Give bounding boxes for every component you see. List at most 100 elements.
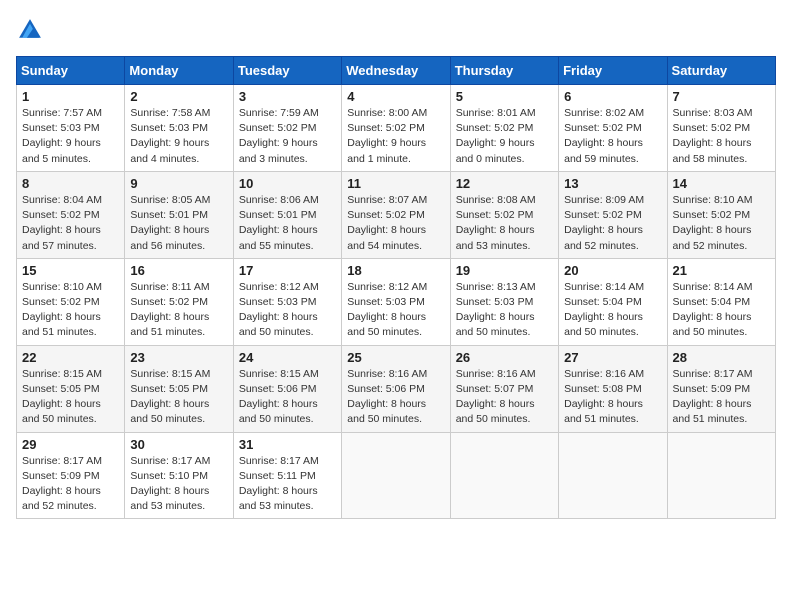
calendar-cell: 6 Sunrise: 8:02 AMSunset: 5:02 PMDaylight…: [559, 85, 667, 172]
day-number: 17: [239, 263, 336, 278]
header: [16, 16, 776, 44]
calendar-cell: [342, 432, 450, 519]
day-number: 6: [564, 89, 661, 104]
calendar-cell: 16 Sunrise: 8:11 AMSunset: 5:02 PMDayligh…: [125, 258, 233, 345]
day-info: Sunrise: 8:02 AMSunset: 5:02 PMDaylight:…: [564, 106, 661, 167]
calendar-cell: 9 Sunrise: 8:05 AMSunset: 5:01 PMDaylight…: [125, 171, 233, 258]
calendar-cell: 30 Sunrise: 8:17 AMSunset: 5:10 PMDayligh…: [125, 432, 233, 519]
calendar-cell: [450, 432, 558, 519]
day-of-week-header: Monday: [125, 57, 233, 85]
day-number: 13: [564, 176, 661, 191]
calendar-cell: 22 Sunrise: 8:15 AMSunset: 5:05 PMDayligh…: [17, 345, 125, 432]
day-info: Sunrise: 8:15 AMSunset: 5:06 PMDaylight:…: [239, 367, 336, 428]
day-info: Sunrise: 8:17 AMSunset: 5:09 PMDaylight:…: [22, 454, 119, 515]
day-number: 20: [564, 263, 661, 278]
calendar-cell: 20 Sunrise: 8:14 AMSunset: 5:04 PMDayligh…: [559, 258, 667, 345]
day-info: Sunrise: 8:03 AMSunset: 5:02 PMDaylight:…: [673, 106, 770, 167]
day-info: Sunrise: 8:04 AMSunset: 5:02 PMDaylight:…: [22, 193, 119, 254]
day-info: Sunrise: 8:17 AMSunset: 5:10 PMDaylight:…: [130, 454, 227, 515]
day-number: 31: [239, 437, 336, 452]
calendar-cell: 2 Sunrise: 7:58 AMSunset: 5:03 PMDaylight…: [125, 85, 233, 172]
day-info: Sunrise: 8:16 AMSunset: 5:07 PMDaylight:…: [456, 367, 553, 428]
day-number: 22: [22, 350, 119, 365]
day-info: Sunrise: 8:13 AMSunset: 5:03 PMDaylight:…: [456, 280, 553, 341]
day-of-week-header: Wednesday: [342, 57, 450, 85]
day-number: 26: [456, 350, 553, 365]
day-info: Sunrise: 7:57 AMSunset: 5:03 PMDaylight:…: [22, 106, 119, 167]
day-number: 14: [673, 176, 770, 191]
calendar-cell: 28 Sunrise: 8:17 AMSunset: 5:09 PMDayligh…: [667, 345, 775, 432]
calendar-cell: 14 Sunrise: 8:10 AMSunset: 5:02 PMDayligh…: [667, 171, 775, 258]
calendar-cell: 21 Sunrise: 8:14 AMSunset: 5:04 PMDayligh…: [667, 258, 775, 345]
day-number: 15: [22, 263, 119, 278]
day-of-week-header: Friday: [559, 57, 667, 85]
day-info: Sunrise: 8:16 AMSunset: 5:08 PMDaylight:…: [564, 367, 661, 428]
day-number: 2: [130, 89, 227, 104]
day-info: Sunrise: 8:17 AMSunset: 5:11 PMDaylight:…: [239, 454, 336, 515]
calendar-cell: 27 Sunrise: 8:16 AMSunset: 5:08 PMDayligh…: [559, 345, 667, 432]
day-of-week-header: Thursday: [450, 57, 558, 85]
day-info: Sunrise: 7:58 AMSunset: 5:03 PMDaylight:…: [130, 106, 227, 167]
calendar-cell: 1 Sunrise: 7:57 AMSunset: 5:03 PMDaylight…: [17, 85, 125, 172]
day-info: Sunrise: 8:01 AMSunset: 5:02 PMDaylight:…: [456, 106, 553, 167]
day-number: 8: [22, 176, 119, 191]
day-number: 30: [130, 437, 227, 452]
calendar-cell: 24 Sunrise: 8:15 AMSunset: 5:06 PMDayligh…: [233, 345, 341, 432]
day-number: 10: [239, 176, 336, 191]
day-info: Sunrise: 8:07 AMSunset: 5:02 PMDaylight:…: [347, 193, 444, 254]
day-number: 16: [130, 263, 227, 278]
day-number: 27: [564, 350, 661, 365]
day-of-week-header: Sunday: [17, 57, 125, 85]
calendar-cell: 18 Sunrise: 8:12 AMSunset: 5:03 PMDayligh…: [342, 258, 450, 345]
calendar-cell: 31 Sunrise: 8:17 AMSunset: 5:11 PMDayligh…: [233, 432, 341, 519]
day-info: Sunrise: 8:17 AMSunset: 5:09 PMDaylight:…: [673, 367, 770, 428]
calendar-cell: 19 Sunrise: 8:13 AMSunset: 5:03 PMDayligh…: [450, 258, 558, 345]
logo-icon: [16, 16, 44, 44]
calendar-cell: 23 Sunrise: 8:15 AMSunset: 5:05 PMDayligh…: [125, 345, 233, 432]
calendar-cell: 8 Sunrise: 8:04 AMSunset: 5:02 PMDaylight…: [17, 171, 125, 258]
calendar-cell: 5 Sunrise: 8:01 AMSunset: 5:02 PMDaylight…: [450, 85, 558, 172]
day-number: 7: [673, 89, 770, 104]
calendar-cell: 3 Sunrise: 7:59 AMSunset: 5:02 PMDaylight…: [233, 85, 341, 172]
day-number: 3: [239, 89, 336, 104]
day-info: Sunrise: 8:16 AMSunset: 5:06 PMDaylight:…: [347, 367, 444, 428]
day-info: Sunrise: 7:59 AMSunset: 5:02 PMDaylight:…: [239, 106, 336, 167]
day-info: Sunrise: 8:09 AMSunset: 5:02 PMDaylight:…: [564, 193, 661, 254]
calendar: SundayMondayTuesdayWednesdayThursdayFrid…: [16, 56, 776, 519]
day-number: 11: [347, 176, 444, 191]
calendar-cell: 26 Sunrise: 8:16 AMSunset: 5:07 PMDayligh…: [450, 345, 558, 432]
day-number: 29: [22, 437, 119, 452]
day-number: 12: [456, 176, 553, 191]
day-number: 28: [673, 350, 770, 365]
logo: [16, 16, 48, 44]
day-info: Sunrise: 8:11 AMSunset: 5:02 PMDaylight:…: [130, 280, 227, 341]
day-info: Sunrise: 8:14 AMSunset: 5:04 PMDaylight:…: [564, 280, 661, 341]
calendar-cell: 25 Sunrise: 8:16 AMSunset: 5:06 PMDayligh…: [342, 345, 450, 432]
calendar-cell: 12Sunrise: 8:08 AMSunset: 5:02 PMDayligh…: [450, 171, 558, 258]
calendar-cell: 13 Sunrise: 8:09 AMSunset: 5:02 PMDayligh…: [559, 171, 667, 258]
day-number: 25: [347, 350, 444, 365]
day-info: Sunrise: 8:15 AMSunset: 5:05 PMDaylight:…: [22, 367, 119, 428]
day-of-week-header: Tuesday: [233, 57, 341, 85]
day-info: Sunrise: 8:05 AMSunset: 5:01 PMDaylight:…: [130, 193, 227, 254]
calendar-cell: [667, 432, 775, 519]
day-number: 24: [239, 350, 336, 365]
calendar-cell: 11 Sunrise: 8:07 AMSunset: 5:02 PMDayligh…: [342, 171, 450, 258]
day-of-week-header: Saturday: [667, 57, 775, 85]
day-info: Sunrise: 8:10 AMSunset: 5:02 PMDaylight:…: [673, 193, 770, 254]
day-number: 9: [130, 176, 227, 191]
calendar-cell: 10Sunrise: 8:06 AMSunset: 5:01 PMDayligh…: [233, 171, 341, 258]
day-info: Sunrise: 8:10 AMSunset: 5:02 PMDaylight:…: [22, 280, 119, 341]
day-info: Sunrise: 8:14 AMSunset: 5:04 PMDaylight:…: [673, 280, 770, 341]
calendar-cell: 4Sunrise: 8:00 AMSunset: 5:02 PMDaylight…: [342, 85, 450, 172]
day-info: Sunrise: 8:15 AMSunset: 5:05 PMDaylight:…: [130, 367, 227, 428]
day-number: 21: [673, 263, 770, 278]
day-number: 23: [130, 350, 227, 365]
day-number: 19: [456, 263, 553, 278]
day-number: 18: [347, 263, 444, 278]
calendar-cell: 29 Sunrise: 8:17 AMSunset: 5:09 PMDayligh…: [17, 432, 125, 519]
calendar-cell: [559, 432, 667, 519]
day-info: Sunrise: 8:12 AMSunset: 5:03 PMDaylight:…: [347, 280, 444, 341]
day-number: 1: [22, 89, 119, 104]
day-number: 5: [456, 89, 553, 104]
